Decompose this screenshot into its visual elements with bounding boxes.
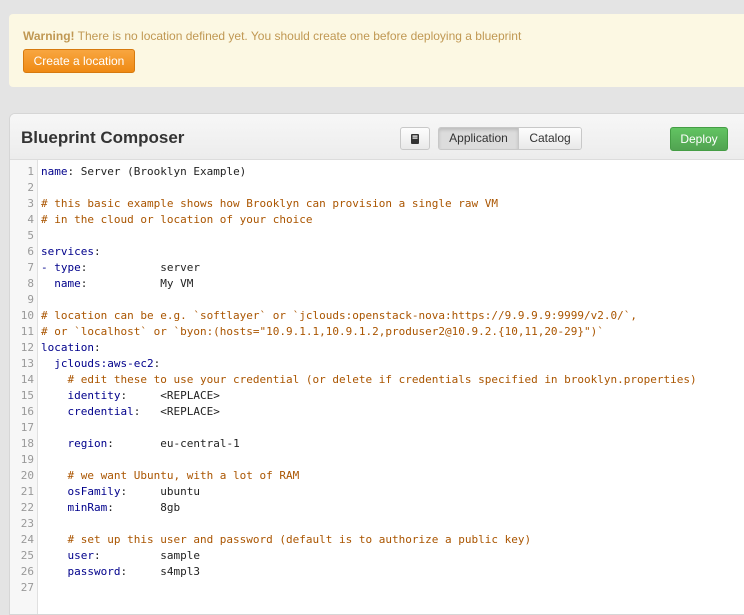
warning-message: Warning! There is no location defined ye… — [23, 29, 521, 43]
code-text: # we want Ubuntu, with a lot of RAM — [41, 469, 300, 482]
docs-button[interactable] — [400, 127, 430, 150]
line-number: 9 — [27, 293, 34, 306]
line-number: 3 — [27, 197, 34, 210]
blueprint-composer-panel: Blueprint Composer Application Catalog D… — [9, 113, 744, 615]
line-number: 19 — [20, 453, 34, 466]
code-text: jclouds:aws-ec2: — [41, 357, 161, 370]
code-text: osFamily: ubuntu — [41, 485, 200, 498]
code-text: identity: <REPLACE> — [41, 389, 220, 402]
code-text: minRam: 8gb — [41, 501, 181, 514]
line-number: 25 — [20, 549, 34, 562]
line-number: 8 — [27, 277, 34, 290]
code-text: region: eu-central-1 — [41, 437, 240, 450]
code-text: # this basic example shows how Brooklyn … — [41, 197, 498, 210]
line-number: 17 — [20, 421, 34, 434]
line-number: 12 — [20, 341, 34, 354]
code-text: name: Server (Brooklyn Example) — [41, 165, 247, 178]
code-text: # set up this user and password (default… — [41, 533, 532, 546]
line-number: 5 — [27, 229, 34, 242]
line-number: 23 — [20, 517, 34, 530]
line-number: 1 — [27, 165, 34, 178]
line-number: 22 — [20, 501, 34, 514]
line-number: 24 — [20, 533, 34, 546]
line-number: 15 — [20, 389, 34, 402]
view-tabs: Application Catalog — [438, 127, 582, 150]
line-number: 7 — [27, 261, 34, 274]
code-text: services: — [41, 245, 101, 258]
warning-text: There is no location defined yet. You sh… — [74, 29, 522, 43]
warning-alert: Warning! There is no location defined ye… — [9, 14, 744, 87]
line-number: 21 — [20, 485, 34, 498]
code-text: # in the cloud or location of your choic… — [41, 213, 313, 226]
code-editor[interactable]: 1 name: Server (Brooklyn Example) 2 3 # this… — [10, 160, 744, 614]
code-text: user: sample — [41, 549, 200, 562]
tab-application[interactable]: Application — [439, 128, 519, 149]
tab-catalog[interactable]: Catalog — [519, 128, 581, 149]
warning-label: Warning! — [23, 29, 75, 43]
create-location-button[interactable]: Create a location — [23, 49, 135, 73]
code-text: # or `localhost` or `byon:(hosts="10.9.1… — [41, 325, 604, 338]
code-text: name: My VM — [41, 277, 194, 290]
line-number: 14 — [20, 373, 34, 386]
book-icon — [411, 133, 419, 144]
line-number: 13 — [20, 357, 34, 370]
code-text: location: — [41, 341, 101, 354]
code-text: # edit these to use your credential (or … — [41, 373, 697, 386]
code-text: - type: server — [41, 261, 200, 274]
line-number: 6 — [27, 245, 34, 258]
line-number: 4 — [27, 213, 34, 226]
line-number: 10 — [20, 309, 34, 322]
line-number: 26 — [20, 565, 34, 578]
line-number: 18 — [20, 437, 34, 450]
line-number: 2 — [27, 181, 34, 194]
composer-title: Blueprint Composer — [21, 128, 185, 147]
code-text: password: s4mpl3 — [41, 565, 200, 578]
code-text: # location can be e.g. `softlayer` or `j… — [41, 309, 638, 322]
deploy-button[interactable]: Deploy — [670, 127, 728, 151]
line-number: 16 — [20, 405, 34, 418]
code-text: credential: <REPLACE> — [41, 405, 220, 418]
line-number: 20 — [20, 469, 34, 482]
composer-header: Blueprint Composer Application Catalog D… — [10, 114, 744, 160]
line-number: 11 — [20, 325, 34, 338]
line-number: 27 — [20, 581, 34, 594]
